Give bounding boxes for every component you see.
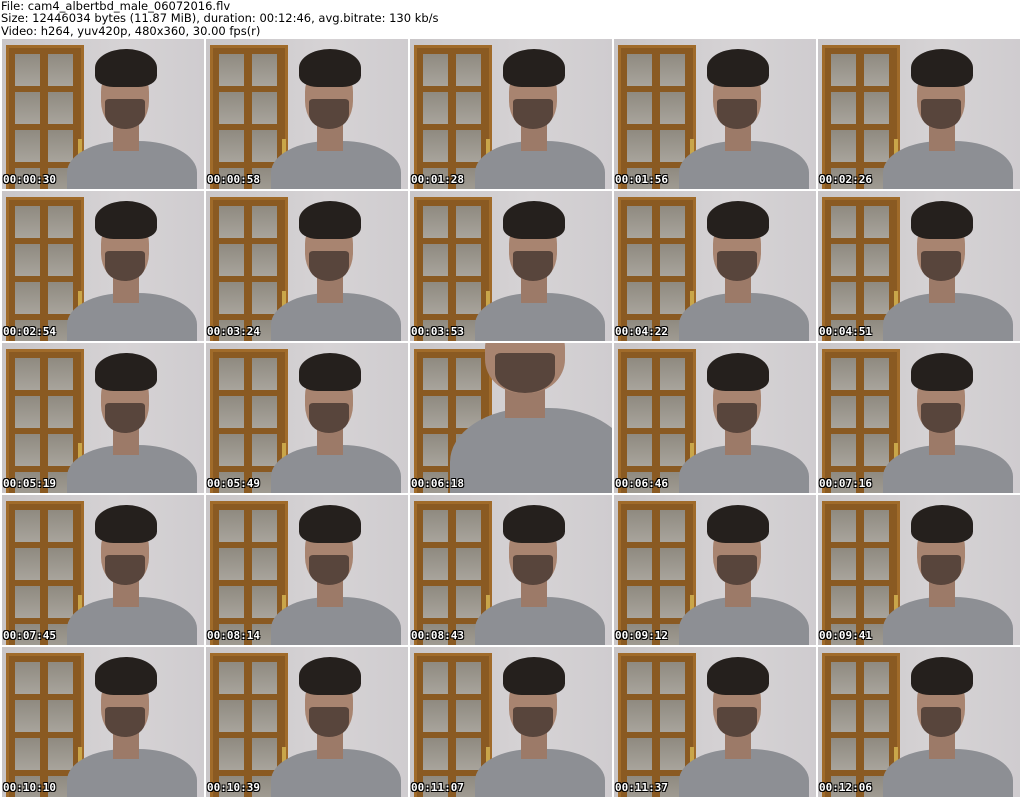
- timestamp-label: 00:02:54: [3, 325, 56, 338]
- timestamp-label: 00:03:24: [207, 325, 260, 338]
- video-thumbnail: 00:04:22: [614, 191, 816, 341]
- person-image: [67, 657, 204, 797]
- person-image: [883, 505, 1020, 645]
- person-image: [271, 49, 408, 189]
- file-size: Size: 12446034 bytes (11.87 MiB), durati…: [1, 11, 439, 26]
- video-thumbnail: 00:06:46: [614, 343, 816, 493]
- timestamp-label: 00:06:18: [411, 477, 464, 490]
- thumbnail-grid: 00:00:30 00:00:58 00:01:28 00:01:56 00:0…: [2, 39, 1020, 797]
- video-thumbnail: 00:04:51: [818, 191, 1020, 341]
- person-image: [679, 201, 816, 341]
- timestamp-label: 00:07:45: [3, 629, 56, 642]
- person-image: [271, 657, 408, 797]
- timestamp-label: 00:06:46: [615, 477, 668, 490]
- person-image: [679, 505, 816, 645]
- video-thumbnail: 00:00:58: [206, 39, 408, 189]
- person-image: [679, 353, 816, 493]
- timestamp-label: 00:10:10: [3, 781, 56, 794]
- person-image: [883, 201, 1020, 341]
- video-thumbnail: 00:00:30: [2, 39, 204, 189]
- person-image: [679, 657, 816, 797]
- video-thumbnail: 00:09:12: [614, 495, 816, 645]
- timestamp-label: 00:09:41: [819, 629, 872, 642]
- timestamp-label: 00:11:07: [411, 781, 464, 794]
- video-thumbnail: 00:03:53: [410, 191, 612, 341]
- person-image: [450, 343, 612, 493]
- video-thumbnail: 00:02:54: [2, 191, 204, 341]
- video-thumbnail: 00:10:39: [206, 647, 408, 797]
- video-thumbnail: 00:02:26: [818, 39, 1020, 189]
- person-image: [475, 49, 612, 189]
- video-info: Video: h264, yuv420p, 480x360, 30.00 fps…: [1, 23, 261, 38]
- video-thumbnail: 00:05:49: [206, 343, 408, 493]
- video-thumbnail: 00:06:18: [410, 343, 612, 493]
- timestamp-label: 00:10:39: [207, 781, 260, 794]
- timestamp-label: 00:08:43: [411, 629, 464, 642]
- video-thumbnail: 00:08:43: [410, 495, 612, 645]
- video-thumbnail: 00:05:19: [2, 343, 204, 493]
- file-info: File: cam4_albertbd_male_06072016.flv Siz…: [1, 0, 439, 37]
- video-thumbnail: 00:09:41: [818, 495, 1020, 645]
- timestamp-label: 00:02:26: [819, 173, 872, 186]
- timestamp-label: 00:08:14: [207, 629, 260, 642]
- person-image: [271, 353, 408, 493]
- video-thumbnail: 00:01:56: [614, 39, 816, 189]
- person-image: [883, 657, 1020, 797]
- timestamp-label: 00:05:49: [207, 477, 260, 490]
- timestamp-label: 00:04:51: [819, 325, 872, 338]
- person-image: [475, 201, 612, 341]
- person-image: [475, 505, 612, 645]
- video-thumbnail: 00:07:16: [818, 343, 1020, 493]
- timestamp-label: 00:05:19: [3, 477, 56, 490]
- person-image: [67, 49, 204, 189]
- timestamp-label: 00:09:12: [615, 629, 668, 642]
- timestamp-label: 00:07:16: [819, 477, 872, 490]
- person-image: [679, 49, 816, 189]
- video-thumbnail: 00:11:37: [614, 647, 816, 797]
- person-image: [883, 353, 1020, 493]
- timestamp-label: 00:01:28: [411, 173, 464, 186]
- video-thumbnail: 00:01:28: [410, 39, 612, 189]
- timestamp-label: 00:00:58: [207, 173, 260, 186]
- person-image: [883, 49, 1020, 189]
- timestamp-label: 00:12:06: [819, 781, 872, 794]
- person-image: [67, 505, 204, 645]
- video-thumbnail: 00:08:14: [206, 495, 408, 645]
- person-image: [271, 505, 408, 645]
- person-image: [475, 657, 612, 797]
- video-thumbnail: 00:07:45: [2, 495, 204, 645]
- timestamp-label: 00:04:22: [615, 325, 668, 338]
- person-image: [67, 201, 204, 341]
- timestamp-label: 00:01:56: [615, 173, 668, 186]
- video-thumbnail: 00:10:10: [2, 647, 204, 797]
- timestamp-label: 00:00:30: [3, 173, 56, 186]
- person-image: [67, 353, 204, 493]
- video-thumbnail: 00:11:07: [410, 647, 612, 797]
- video-thumbnail: 00:03:24: [206, 191, 408, 341]
- timestamp-label: 00:11:37: [615, 781, 668, 794]
- person-image: [271, 201, 408, 341]
- video-thumbnail: 00:12:06: [818, 647, 1020, 797]
- timestamp-label: 00:03:53: [411, 325, 464, 338]
